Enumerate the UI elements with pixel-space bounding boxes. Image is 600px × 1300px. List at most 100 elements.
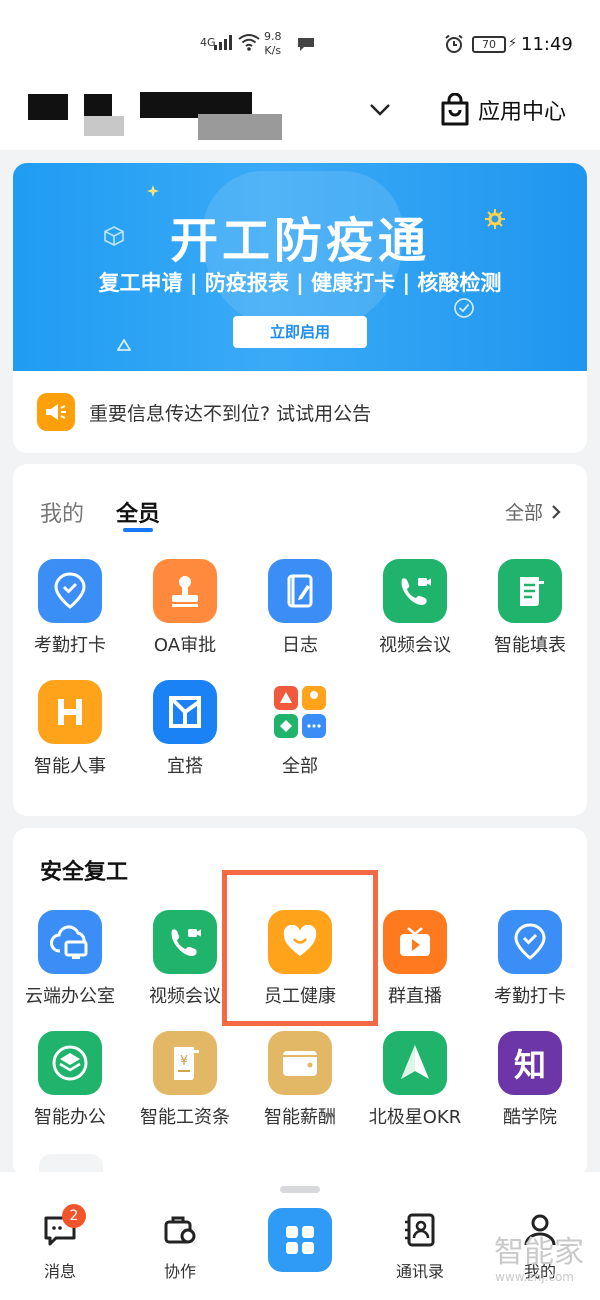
- alarm-icon: [445, 34, 463, 53]
- app-center-button[interactable]: 应用中心: [440, 88, 566, 132]
- app-yida[interactable]: 宜搭: [130, 680, 240, 778]
- app-label: 云端办公室: [25, 986, 115, 1007]
- announcement-text: 重要信息传达不到位? 试试用公告: [89, 402, 372, 425]
- stamp-icon: [153, 559, 217, 623]
- app-smart-salary[interactable]: 智能薪酬: [245, 1031, 355, 1129]
- notebook-pen-icon: [268, 559, 332, 623]
- app-label: 智能人事: [34, 756, 106, 777]
- unread-badge: 2: [62, 1204, 86, 1228]
- location-check-icon: [38, 559, 102, 623]
- banner-subtitle: 复工申请 | 防疫报表 | 健康打卡 | 核酸检测: [98, 271, 502, 295]
- section-title: 安全复工: [40, 860, 129, 885]
- safe-return-card: 安全复工 云端办公室 视频会议 员工健康 群直播 考勤打卡 智能办公 ¥ 智能工…: [13, 828, 587, 1178]
- cloud-office-icon: [38, 910, 102, 974]
- active-tab-indicator: [123, 528, 153, 532]
- nav-label: 协作: [163, 1262, 196, 1281]
- watermark-url: www.znj.com: [495, 1270, 574, 1284]
- see-all-link[interactable]: 全部: [505, 498, 561, 525]
- workbench-button[interactable]: [268, 1208, 332, 1272]
- megaphone-icon: [37, 393, 75, 431]
- shopping-bag-icon: [441, 93, 469, 126]
- app-oa-approval[interactable]: OA审批: [130, 559, 240, 657]
- network-speed: 9.8 K/s: [264, 30, 282, 58]
- form-scroll-icon: [498, 559, 562, 623]
- clock: 11:49: [521, 34, 573, 55]
- promo-banner[interactable]: 开工防疫通 复工申请 | 防疫报表 | 健康打卡 | 核酸检测 立即启用: [13, 163, 587, 371]
- nav-label: 消息: [43, 1262, 76, 1281]
- app-label: 考勤打卡: [494, 986, 566, 1007]
- app-label: 全部: [282, 756, 318, 777]
- app-smart-form[interactable]: 智能填表: [475, 559, 585, 657]
- see-all-label: 全部: [504, 502, 543, 524]
- app-smart-office[interactable]: 智能办公: [15, 1031, 125, 1129]
- nav-messages[interactable]: 2 消息: [20, 1204, 100, 1282]
- app-log[interactable]: 日志: [245, 559, 355, 657]
- tab-all-members[interactable]: 全员: [116, 496, 160, 528]
- wallet-icon: [268, 1031, 332, 1095]
- check-circle-icon: [454, 298, 474, 318]
- nav-label: 通讯录: [395, 1262, 444, 1281]
- app-label: 北极星OKR: [368, 1107, 462, 1128]
- organization-name-redacted[interactable]: [28, 84, 282, 140]
- chat-bubble-icon: [298, 38, 314, 51]
- app-label: 视频会议: [379, 635, 451, 656]
- app-video-meeting[interactable]: 视频会议: [360, 559, 470, 657]
- zhi-glyph: 知: [513, 1046, 546, 1084]
- drag-handle[interactable]: [280, 1186, 320, 1193]
- location-check-icon: [498, 910, 562, 974]
- app-cloud-office[interactable]: 云端办公室: [15, 910, 125, 1008]
- yida-icon: [153, 680, 217, 744]
- app-label: 智能工资条: [140, 1107, 230, 1128]
- banner-card: 开工防疫通 复工申请 | 防疫报表 | 健康打卡 | 核酸检测 立即启用 重要信…: [13, 163, 587, 453]
- app-label: OA审批: [153, 635, 217, 656]
- video-phone-icon: [383, 559, 447, 623]
- speed-value: 9.8: [264, 30, 282, 43]
- battery-indicator: 70: [472, 36, 506, 53]
- zhi-icon: 知: [498, 1031, 562, 1095]
- grid-icon: [286, 1226, 314, 1254]
- contacts-book-icon: [405, 1213, 435, 1247]
- app-all[interactable]: 全部: [245, 680, 355, 778]
- video-phone-icon: [153, 910, 217, 974]
- all-apps-icon: [268, 680, 332, 744]
- watermark-main: 智能家: [494, 1235, 584, 1270]
- app-label: 智能办公: [34, 1107, 106, 1128]
- tab-mine[interactable]: 我的: [40, 496, 84, 528]
- app-center-label: 应用中心: [478, 100, 567, 125]
- site-watermark: 智能家 www.znj.com: [494, 1235, 584, 1285]
- app-label: 群直播: [388, 986, 442, 1007]
- compass-arrow-icon: [383, 1031, 447, 1095]
- layers-icon: [38, 1031, 102, 1095]
- chevron-right-icon: [552, 504, 561, 519]
- wifi-icon: [238, 34, 260, 51]
- app-attendance[interactable]: 考勤打卡: [15, 559, 125, 657]
- triangle-icon: [117, 339, 131, 351]
- status-bar: 4G 9.8 K/s 70 ⚡ 11:49: [0, 0, 600, 78]
- app-north-star-okr[interactable]: 北极星OKR: [360, 1031, 470, 1129]
- signal-icon: [214, 34, 232, 50]
- chevron-down-icon[interactable]: [368, 98, 392, 122]
- highlight-box: [222, 870, 378, 1026]
- apps-card: 我的 全员 全部 考勤打卡 OA审批 日志 视频会议 智能填表 智能人事 宜搭 …: [13, 464, 587, 816]
- app-label: 酷学院: [503, 1107, 557, 1128]
- charging-icon: ⚡: [508, 36, 518, 51]
- app-label: 智能薪酬: [264, 1107, 336, 1128]
- app-cool-academy[interactable]: 知 酷学院: [475, 1031, 585, 1129]
- salary-slip-icon: ¥: [153, 1031, 217, 1095]
- announcement-row[interactable]: 重要信息传达不到位? 试试用公告: [13, 371, 587, 453]
- app-attendance[interactable]: 考勤打卡: [475, 910, 585, 1008]
- nav-collaboration[interactable]: 协作: [140, 1212, 220, 1282]
- app-label: 视频会议: [149, 986, 221, 1007]
- app-label: 考勤打卡: [34, 635, 106, 656]
- enable-now-button[interactable]: 立即启用: [233, 316, 367, 348]
- briefcase-icon: [164, 1216, 196, 1244]
- banner-title: 开工防疫通: [169, 213, 430, 269]
- app-label: 宜搭: [167, 756, 203, 777]
- nav-contacts[interactable]: 通讯录: [380, 1212, 460, 1282]
- app-header: 应用中心: [0, 78, 600, 150]
- speed-unit: K/s: [264, 44, 282, 57]
- sparkle-icon: [147, 185, 159, 197]
- app-smart-hr[interactable]: 智能人事: [15, 680, 125, 778]
- app-smart-payslip[interactable]: ¥ 智能工资条: [130, 1031, 240, 1129]
- h-icon: [38, 680, 102, 744]
